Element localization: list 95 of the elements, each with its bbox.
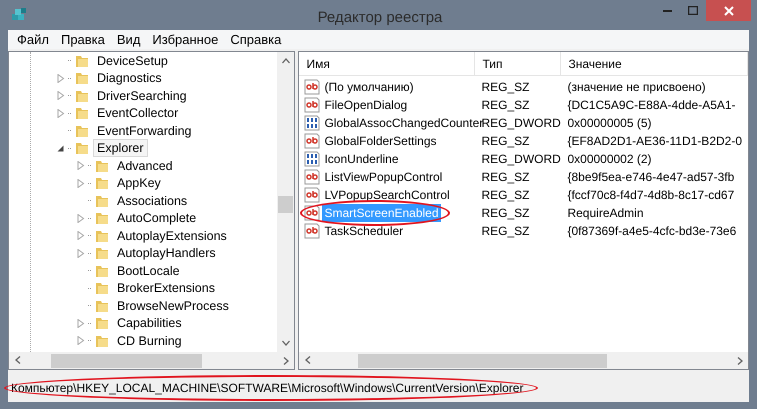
- tree-item[interactable]: Explorer: [93, 139, 148, 158]
- value-cell-text: RequireAdmin: [566, 205, 645, 222]
- string-value-icon: [304, 223, 320, 239]
- expand-arrow-icon[interactable]: [77, 178, 85, 188]
- tree-item[interactable]: BootLocale: [113, 262, 184, 280]
- value-cell-text: {EF8AD2D1-AE36-11D1-B2D2-0: [566, 133, 743, 150]
- value-name[interactable]: GlobalFolderSettings: [322, 132, 439, 150]
- tree-item[interactable]: AutoplayExtensions: [113, 226, 231, 245]
- expand-arrow-icon[interactable]: [57, 91, 65, 100]
- type-cell-text: REG_DWORD: [480, 151, 562, 168]
- folder-icon: [74, 105, 90, 122]
- scrollbar-thumb[interactable]: [278, 196, 294, 213]
- type-cell-text: REG_SZ: [480, 133, 530, 150]
- expand-arrow-icon[interactable]: [57, 74, 65, 83]
- value-cell-text: 0x00000002 (2): [566, 151, 653, 168]
- scroll-right-icon[interactable]: [282, 357, 289, 366]
- close-icon: [724, 6, 734, 16]
- value-cell-text: {0f87369f-a4e5-4cfc-bd3e-73e6: [566, 223, 738, 240]
- string-value-icon: [304, 97, 320, 113]
- tree-item[interactable]: BrowseNewProcess: [113, 296, 233, 315]
- expand-arrow-icon[interactable]: [57, 108, 65, 118]
- tree-item[interactable]: CD Burning: [113, 332, 186, 350]
- vertical-scrollbar[interactable]: [277, 52, 294, 352]
- collapse-arrow-icon[interactable]: [57, 144, 65, 153]
- type-cell-text: REG_SZ: [480, 223, 530, 240]
- folder-icon: [74, 140, 90, 156]
- type-cell-text: REG_SZ: [480, 79, 530, 96]
- expand-arrow-icon[interactable]: [77, 336, 85, 346]
- value-name[interactable]: (По умолчанию): [322, 78, 416, 96]
- string-value-icon: [304, 169, 320, 185]
- scrollbar-thumb[interactable]: [358, 354, 607, 368]
- string-value-icon: [304, 205, 320, 221]
- string-value-icon: [304, 133, 320, 149]
- expand-arrow-icon[interactable]: [77, 231, 85, 240]
- value-cell-text: 0x00000005 (5): [566, 115, 653, 132]
- scroll-down-icon[interactable]: [282, 340, 290, 346]
- folder-icon: [94, 280, 110, 296]
- value-cell-text: {DC1C5A9C-E88A-4dde-A5A1-: [566, 97, 737, 114]
- type-cell-text: REG_SZ: [480, 205, 530, 222]
- close-button[interactable]: [706, 0, 751, 21]
- scroll-left-icon[interactable]: [14, 356, 20, 364]
- tree-item[interactable]: EventCollector: [93, 104, 182, 122]
- tree-item[interactable]: Diagnostics: [93, 69, 166, 88]
- string-value-icon: [304, 79, 320, 95]
- tree-item[interactable]: Advanced: [113, 156, 177, 175]
- scroll-right-icon[interactable]: [736, 357, 742, 366]
- folder-icon: [94, 175, 110, 192]
- menu-item[interactable]: Правка: [54, 30, 111, 50]
- expand-arrow-icon[interactable]: [77, 248, 85, 258]
- minimize-icon: [662, 10, 672, 12]
- menu-item[interactable]: Вид: [110, 30, 146, 50]
- maximize-icon: [688, 6, 698, 15]
- tree-item[interactable]: AutoplayHandlers: [113, 244, 220, 262]
- scroll-up-icon[interactable]: [282, 58, 290, 64]
- expand-arrow-icon[interactable]: [77, 161, 85, 170]
- scrollbar-thumb[interactable]: [51, 354, 202, 368]
- folder-icon: [74, 70, 90, 86]
- tree-item[interactable]: DeviceSetup: [93, 52, 172, 70]
- folder-icon: [94, 245, 110, 262]
- value-name[interactable]: FileOpenDialog: [322, 96, 410, 114]
- window-title: Редактор реестра: [316, 8, 444, 28]
- type-cell-text: REG_SZ: [480, 169, 530, 186]
- column-header[interactable]: Тип: [475, 52, 562, 75]
- value-cell-text: {fccf70c8-f4d7-4d8b-8c17-cd67: [566, 187, 736, 204]
- status-path: Компьютер\HKEY_LOCAL_MACHINE\SOFTWARE\Microsoft\Windows\CurrentVersion\Explorer: [10, 380, 524, 397]
- menu-item[interactable]: Избранное: [146, 30, 224, 50]
- tree-item[interactable]: DriverSearching: [93, 86, 191, 105]
- type-cell-text: REG_SZ: [480, 187, 530, 204]
- expand-arrow-icon[interactable]: [77, 318, 85, 328]
- horizontal-scrollbar[interactable]: [299, 352, 748, 369]
- binary-value-icon: [304, 115, 320, 131]
- binary-value-icon: [304, 151, 320, 167]
- menu-item[interactable]: Файл: [11, 30, 55, 50]
- value-name[interactable]: TaskScheduler: [322, 222, 406, 240]
- value-name[interactable]: LVPopupSearchControl: [322, 186, 452, 204]
- tree-item[interactable]: BrokerExtensions: [113, 279, 219, 298]
- folder-icon: [94, 315, 110, 332]
- folder-icon: [94, 210, 110, 226]
- tree-item[interactable]: Capabilities: [113, 314, 186, 332]
- scroll-left-icon[interactable]: [304, 356, 311, 364]
- horizontal-scrollbar[interactable]: [9, 352, 294, 369]
- string-value-icon: [304, 187, 320, 203]
- column-header[interactable]: Имя: [299, 52, 476, 75]
- tree-item[interactable]: AutoComplete: [113, 209, 200, 228]
- value-name[interactable]: IconUnderline: [322, 150, 401, 168]
- tree-item[interactable]: EventForwarding: [93, 122, 196, 140]
- type-cell-text: REG_SZ: [480, 97, 530, 114]
- tree-item[interactable]: AppKey: [113, 174, 165, 192]
- menu-item[interactable]: Справка: [224, 30, 288, 50]
- expand-arrow-icon[interactable]: [77, 214, 85, 223]
- value-name[interactable]: ListViewPopupControl: [322, 168, 444, 186]
- column-header[interactable]: Значение: [561, 52, 748, 75]
- tree-item[interactable]: Associations: [113, 192, 192, 210]
- value-cell-text: {8be9f5ea-e746-4e47-ad57-3fb: [566, 169, 736, 186]
- value-cell-text: (значение не присвоено): [566, 79, 707, 96]
